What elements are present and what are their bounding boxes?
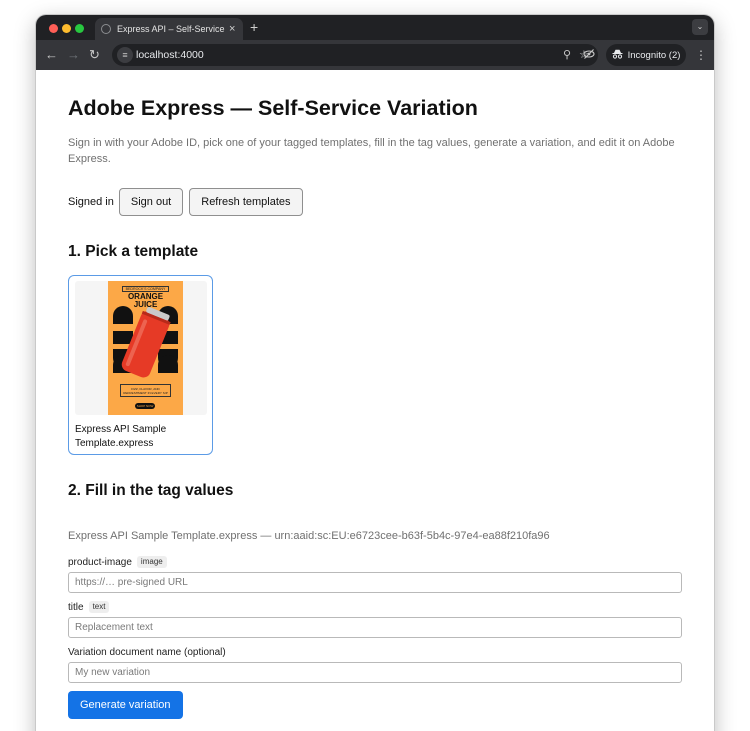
sign-in-status: Signed in	[68, 196, 114, 208]
variation-name-input[interactable]	[68, 662, 682, 683]
incognito-label: Incognito (2)	[627, 49, 681, 61]
tag-type-badge: image	[136, 556, 167, 568]
template-card[interactable]: BEDROCK'S COMPANY ORANGE JUICE FIZZ, FLA…	[68, 275, 213, 455]
new-tab-button[interactable]: +	[250, 19, 258, 35]
product-image-label: product-image image	[68, 556, 167, 568]
back-arrow-icon[interactable]: ←	[45, 46, 58, 64]
step1-heading: 1. Pick a template	[68, 243, 199, 260]
generate-variation-button[interactable]: Generate variation	[68, 691, 183, 719]
url-text[interactable]: localhost:4000	[136, 49, 204, 61]
field-label-text: product-image	[68, 556, 132, 568]
globe-icon	[101, 24, 111, 34]
browser-window: Express API – Self-Service Va × + ⌄ ← → …	[36, 15, 714, 731]
reload-icon[interactable]: ↻	[89, 46, 100, 64]
step2-heading: 2. Fill in the tag values	[68, 482, 234, 499]
template-poster: BEDROCK'S COMPANY ORANGE JUICE FIZZ, FLA…	[108, 281, 183, 415]
site-info-icon[interactable]: ≡	[117, 47, 133, 63]
title-label: title text	[68, 601, 110, 613]
poster-cta: SHOP NOW	[135, 403, 155, 409]
bookmark-star-icon[interactable]: ☆	[579, 48, 589, 62]
maximize-window-button[interactable]	[75, 23, 84, 33]
field-label-text: Variation document name (optional)	[68, 647, 226, 658]
minimize-window-button[interactable]	[62, 23, 71, 33]
tab-title: Express API – Self-Service Va	[117, 24, 225, 34]
poster-tagline: FIZZ, FLAVOR, AND REFRESHMENT IN EVERY S…	[120, 384, 171, 397]
document-info: Express API Sample Template.express — ur…	[68, 530, 550, 542]
zoom-icon[interactable]: ⚲	[563, 48, 571, 62]
browser-toolbar: ← → ↻ ≡ localhost:4000 ⚲ ☆ Incognito (2)…	[36, 40, 714, 70]
variation-name-label: Variation document name (optional)	[68, 647, 226, 658]
field-label-text: title	[68, 601, 84, 613]
page-title: Adobe Express — Self-Service Variation	[68, 96, 478, 120]
browser-menu-icon[interactable]: ⋮	[695, 47, 707, 63]
title-input[interactable]	[68, 617, 682, 638]
forward-arrow-icon[interactable]: →	[67, 46, 80, 64]
page-content: Adobe Express — Self-Service Variation S…	[36, 70, 714, 731]
tab-strip: Express API – Self-Service Va × + ⌄	[36, 15, 714, 40]
sign-out-button[interactable]: Sign out	[118, 188, 184, 216]
tab-search-chevron-icon[interactable]: ⌄	[692, 19, 708, 35]
template-name: Express API Sample Template.express	[75, 424, 167, 449]
tag-type-badge: text	[88, 601, 110, 613]
incognito-icon	[612, 49, 623, 62]
tab-close-icon[interactable]: ×	[229, 23, 235, 35]
close-window-button[interactable]	[49, 23, 58, 33]
product-image-input[interactable]	[68, 572, 682, 593]
template-thumbnail: BEDROCK'S COMPANY ORANGE JUICE FIZZ, FLA…	[75, 281, 207, 415]
active-tab[interactable]: Express API – Self-Service Va ×	[95, 18, 243, 40]
refresh-templates-button[interactable]: Refresh templates	[189, 188, 303, 216]
poster-title: ORANGE JUICE	[127, 292, 164, 309]
address-bar[interactable]: ≡ localhost:4000 ⚲	[112, 44, 598, 66]
intro-text: Sign in with your Adobe ID, pick one of …	[68, 137, 675, 165]
auth-row: Signed in Sign out Refresh templates	[68, 188, 309, 216]
incognito-profile-button[interactable]: Incognito (2)	[606, 44, 686, 66]
